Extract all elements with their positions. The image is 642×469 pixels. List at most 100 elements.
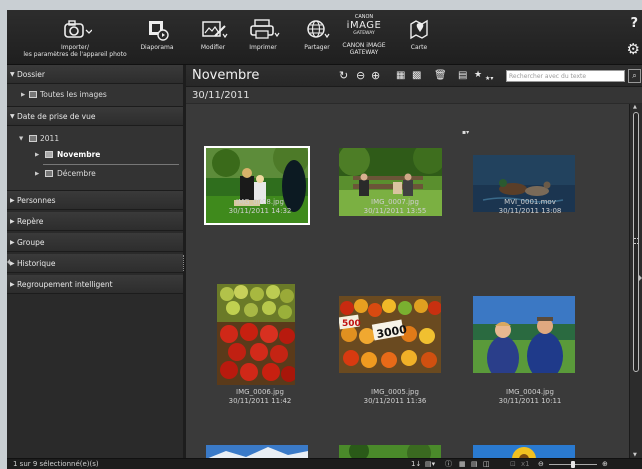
calendar-folder-icon [45,151,53,158]
calendar-folder-icon [45,170,53,177]
slideshow-label: Diaporama [140,44,174,51]
compare-view-icon[interactable]: ▦ [396,69,405,82]
globe-share-icon [307,20,330,39]
map-label: Carte [410,44,428,51]
zoom-out-icon[interactable]: ⊖ [538,459,544,469]
sidebar-section-date[interactable]: ▼ Date de prise de vue [7,107,183,126]
canon-gateway-label-line1: CANON iMAGE [342,42,386,49]
thumbnail-item[interactable]: IMG_0004.jpg 30/11/2011 10:11 [462,284,598,415]
date-group-heading: 30/11/2011 [186,87,642,104]
sidebar-item-november-label: Novembre [57,150,101,159]
scroll-up-arrow-icon[interactable]: ▲ [633,104,637,110]
thumbnail-filename: IMG_0005.jpg [371,388,419,396]
collapse-triangle-icon: ▶ [10,197,15,204]
trash-icon[interactable]: 🗑 [434,69,447,82]
sort-order-icon[interactable]: 1↓ [411,459,421,469]
zoom-slider-handle[interactable] [571,461,575,468]
display-options-icon[interactable]: ▤▾ [425,459,435,469]
sidebar-item-all-images[interactable]: ▶ Toutes les images [7,87,183,103]
canon-image-gateway-button[interactable]: CANON iMAGE GATEWAY CANON iMAGE GATEWAY [339,10,389,65]
sidebar-section-folder[interactable]: ▼ Dossier [7,65,183,84]
photo-thumbnail[interactable] [217,284,295,385]
sidebar-section-smart-group-label: Regroupement intelligent [17,280,113,289]
share-label: Partager [304,44,330,51]
import-button[interactable]: Importer/ les paramètres de l'appareil p… [7,10,143,65]
photo-thumbnail[interactable] [473,296,575,373]
photo-thumbnail[interactable] [206,445,308,458]
info-icon[interactable]: ⓘ [445,459,452,469]
collapse-sidebar-arrow-icon[interactable] [7,259,10,265]
sidebar-item-year-label: 2011 [40,134,60,143]
thumbnail-date: 30/11/2011 13:55 [363,207,427,215]
sidebar-section-marker-label: Repère [17,217,44,226]
edit-button[interactable]: Modifier [193,10,233,65]
thumbnail-item[interactable]: ▪▾ MVI_0001.mov 30/11/2011 13:08 [462,104,598,235]
zoom-in-icon[interactable]: ⊕ [602,459,608,469]
grid-view-icon[interactable]: ▦ [459,459,466,469]
thumbnail-filename: IMG_0008.jpg [236,198,284,206]
map-button[interactable]: Carte [401,10,437,65]
sidebar-section-date-label: Date de prise de vue [17,112,96,121]
sidebar: ▼ Dossier ▶ Toutes les images ▼ Date de … [7,65,183,458]
thumbnail-item[interactable] [192,445,328,458]
thumbnail-filename: IMG_0007.jpg [371,198,419,206]
thumbnail-item[interactable]: IMG_0006.jpg 30/11/2011 11:42 [192,284,328,415]
photo-thumbnail[interactable]: 500 3000 [339,296,441,373]
edit-image-icon [202,21,228,39]
gear-icon[interactable]: ⚙ [627,40,640,58]
filter-view-icon[interactable]: ▤ [458,69,467,82]
collapse-triangle-icon: ▶ [35,171,40,177]
zoom-level-label: x1 [521,460,530,468]
thumbnail-item[interactable] [327,445,463,458]
expand-triangle-icon: ▼ [10,71,15,78]
selection-count: 1 sur 9 sélectionné(e)(s) [13,460,99,468]
sidebar-section-history[interactable]: ▶ Historique [7,254,183,273]
sidebar-section-folder-label: Dossier [17,70,45,79]
sidebar-section-smart-group[interactable]: ▶ Regroupement intelligent [7,275,183,294]
sidebar-item-november[interactable]: ▶ Novembre [7,147,183,163]
thumbnail-date: 30/11/2011 11:36 [363,397,427,405]
sidebar-section-group[interactable]: ▶ Groupe [7,233,183,252]
canon-gateway-logo: CANON iMAGE GATEWAY [346,14,382,36]
thumbnail-filename: IMG_0006.jpg [236,388,284,396]
printer-icon [250,19,280,39]
help-icon[interactable]: ? [630,16,638,31]
sidebar-item-december[interactable]: ▶ Décembre [7,166,183,182]
thumbnail-item[interactable]: IMG_0008.jpg 30/11/2011 14:32 [192,104,328,235]
photo-thumbnail[interactable] [339,445,441,458]
camera-import-icon [64,20,92,38]
fit-view-icon: ⊡ [510,460,516,468]
sidebar-section-marker[interactable]: ▶ Repère [7,212,183,231]
star-rating-icon[interactable]: ★ [474,69,482,82]
main-panel: Novembre ↻ ⊖ ⊕ ▦ ▩ 🗑 ▤ ★ ★▾ Rechercher a… [186,65,642,458]
thumbnail-item[interactable]: IMG_0007.jpg 30/11/2011 13:55 [327,104,463,235]
next-arrow-icon[interactable]: ⊕ [371,69,380,82]
search-input[interactable]: Rechercher avec du texte [506,70,625,82]
thumbnail-item[interactable]: 500 3000 IMG_0005.jpg 30/11/2011 11:36 [327,284,463,415]
share-button[interactable]: Partager [297,10,337,65]
thumbnail-filename: MVI_0001.mov [504,198,556,206]
status-bar: 1 sur 9 sélectionné(e)(s) 1↓ ▤▾ ⓘ ▦ ▤ ◫ … [7,458,642,469]
photo-thumbnail[interactable] [473,445,575,458]
expand-triangle-icon: ▼ [10,113,15,120]
edit-view-icon[interactable]: ▩ [412,69,421,82]
print-button[interactable]: Imprimer [240,10,286,65]
movie-file-icon: ▪▾ [462,129,470,136]
search-icon[interactable]: ⌕ [628,69,641,83]
previous-arrow-icon[interactable]: ⊖ [356,69,365,82]
sidebar-date-body: ▼ 2011 ▶ Novembre ▶ Décembre [7,126,183,191]
collapse-triangle-icon: ▶ [10,218,15,225]
star-rating-icon[interactable]: ★▾ [485,72,493,85]
list-view-icon[interactable]: ▤ [471,459,478,469]
vertical-scrollbar[interactable]: ▲ ▼ [629,104,642,458]
preview-view-icon[interactable]: ◫ [483,459,490,469]
thumbnail-item[interactable] [462,445,598,458]
toolbar-right-area: ? ⚙ [622,10,642,65]
thumbnail-date: 30/11/2011 14:32 [228,207,292,215]
rotate-icon[interactable]: ↻ [339,69,348,82]
expand-triangle-icon: ▼ [19,136,24,142]
selection-underline [43,164,179,165]
sidebar-item-year-2011[interactable]: ▼ 2011 [7,131,183,147]
sidebar-section-people[interactable]: ▶ Personnes [7,191,183,210]
slideshow-button[interactable]: Diaporama [137,10,177,65]
